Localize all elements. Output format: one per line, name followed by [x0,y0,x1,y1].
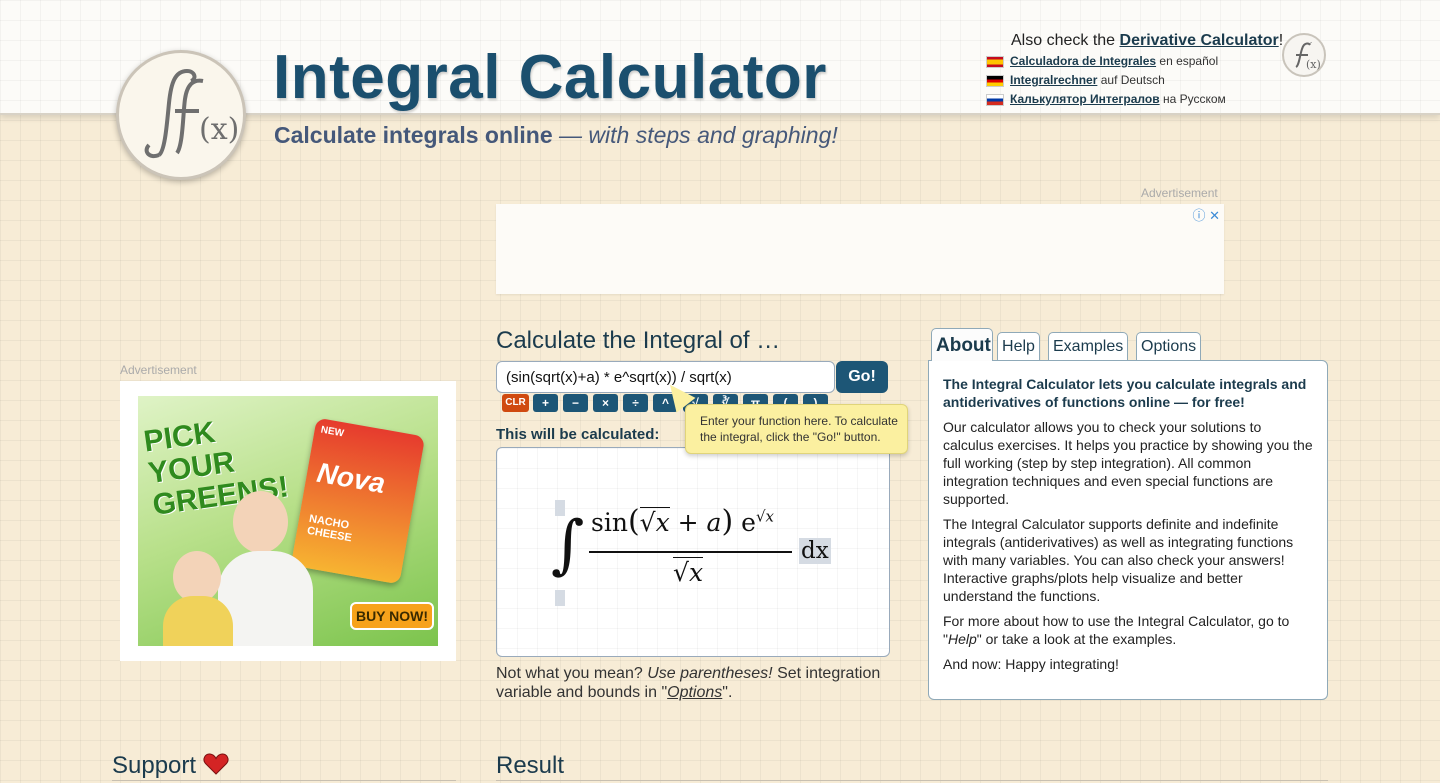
ad-image[interactable]: PICK YOUR GREENS! NEW Nova NACHO CHEESE … [138,396,438,646]
result-heading: Result [496,752,565,779]
minus-button[interactable]: − [563,394,588,412]
spanish-link[interactable]: Calculadora de Integrales [1010,54,1156,68]
support-heading: Support [112,752,229,780]
russian-suffix: на Русском [1162,92,1226,106]
integral-sign: ∫ [551,508,585,582]
russian-link[interactable]: Калькулятор Интегралов [1010,92,1160,106]
differential-dx[interactable]: dx [799,538,831,564]
svg-text:(x): (x) [199,112,239,147]
tagline: Calculate integrals online — with steps … [274,122,838,149]
svg-text:′: ′ [1310,42,1312,52]
divide-button[interactable]: ÷ [623,394,648,412]
preview-numerator: sin(√x + a) e√x [591,504,774,539]
parentheses-note: Not what you mean? Use parentheses! Set … [496,664,896,702]
russia-flag-icon [986,93,1004,106]
about-panel: The Integral Calculator lets you calcula… [928,360,1328,700]
upper-bound-placeholder[interactable] [555,590,565,606]
support-divider [112,780,456,781]
top-ad-label: Advertisement [1141,186,1218,200]
ad-buy-now-button[interactable]: BUY NOW! [350,602,434,630]
will-calculate-label: This will be calculated: [496,426,660,443]
plus-button[interactable]: + [533,394,558,412]
tab-options[interactable]: Options [1136,332,1201,360]
input-tooltip: Enter your function here. To calculate t… [685,404,908,454]
sin-function: sin [591,508,628,537]
numerator-var: x [655,508,670,537]
left-ad-label: Advertisement [120,363,197,377]
go-button[interactable]: Go! [836,361,888,393]
integral-preview: ∫ sin(√x + a) e√x √x dx [496,447,890,657]
options-link[interactable]: Options [667,684,722,701]
ad-girl-shirt [163,596,233,646]
denominator-var: x [688,558,704,587]
note-plain-1: Not what you mean? [496,665,643,682]
derivative-calculator-link[interactable]: Derivative Calculator [1120,32,1279,49]
also-check: Also check the Derivative Calculator! [1011,32,1283,50]
exponent-var: x [765,507,774,526]
preview-denominator: √x [673,557,704,587]
f-prime-icon: (x) ′ [1295,42,1321,71]
ad-brand: Nova [314,456,388,500]
also-check-prefix: Also check the [1011,32,1116,49]
svg-text:(x): (x) [1306,58,1321,71]
spanish-suffix: en español [1159,54,1219,68]
integral-logo[interactable]: (x) [116,50,246,180]
ad-choices[interactable]: ⓘ ✕ [1192,205,1220,224]
page-title: Integral Calculator [273,43,827,112]
integral-f-of-x-icon: (x) [144,68,239,158]
note-end: ". [722,684,733,701]
tab-about[interactable]: About [931,328,993,361]
about-lead: The Integral Calculator lets you calcula… [943,376,1307,410]
language-german: Integralrechner auf Deutsch [986,72,1165,88]
ad-flavor: NACHO CHEESE [306,512,353,545]
top-advertisement[interactable]: ⓘ ✕ [496,204,1224,294]
tab-examples[interactable]: Examples [1048,332,1128,360]
language-spanish: Calculadora de Integrales en español [986,53,1218,69]
about-paragraph-4: And now: Happy integrating! [943,656,1119,672]
german-link[interactable]: Integralrechner [1010,73,1097,87]
info-icon[interactable]: ⓘ [1192,208,1205,223]
calculator-heading: Calculate the Integral of … [496,327,781,354]
result-divider [496,780,1328,781]
support-label: Support [112,752,197,779]
left-advertisement[interactable]: PICK YOUR GREENS! NEW Nova NACHO CHEESE … [120,381,456,661]
language-russian: Калькулятор Интегралов на Русском [986,91,1226,107]
note-italic: Use parentheses! [647,665,773,682]
german-suffix: auf Deutsch [1100,73,1165,87]
spain-flag-icon [986,55,1004,68]
ad-product-pack: NEW Nova NACHO CHEESE [290,417,426,585]
close-icon[interactable]: ✕ [1209,208,1220,223]
tab-help[interactable]: Help [997,332,1040,360]
multiply-button[interactable]: × [593,394,618,412]
derivative-calculator-logo[interactable]: (x) ′ [1282,33,1326,77]
fraction-bar [589,551,792,553]
numerator-plus-a: + a [677,508,722,537]
about-paragraph-2: The Integral Calculator supports definit… [943,516,1294,604]
about-p3-suffix: " or take a look at the examples. [976,631,1177,647]
ad-woman-face [233,491,288,553]
tagline-sub: — with steps and graphing! [559,122,838,148]
ad-badge: NEW [319,424,345,440]
germany-flag-icon [986,74,1004,87]
clear-button[interactable]: CLR [502,394,529,412]
exponential-e: e [741,508,756,537]
tagline-main: Calculate integrals online [274,122,553,148]
about-paragraph-3: For more about how to use the Integral C… [943,612,1313,648]
help-link[interactable]: Help [948,631,977,647]
about-paragraph-1: Our calculator allows you to check your … [943,419,1313,507]
heart-icon [203,753,229,775]
